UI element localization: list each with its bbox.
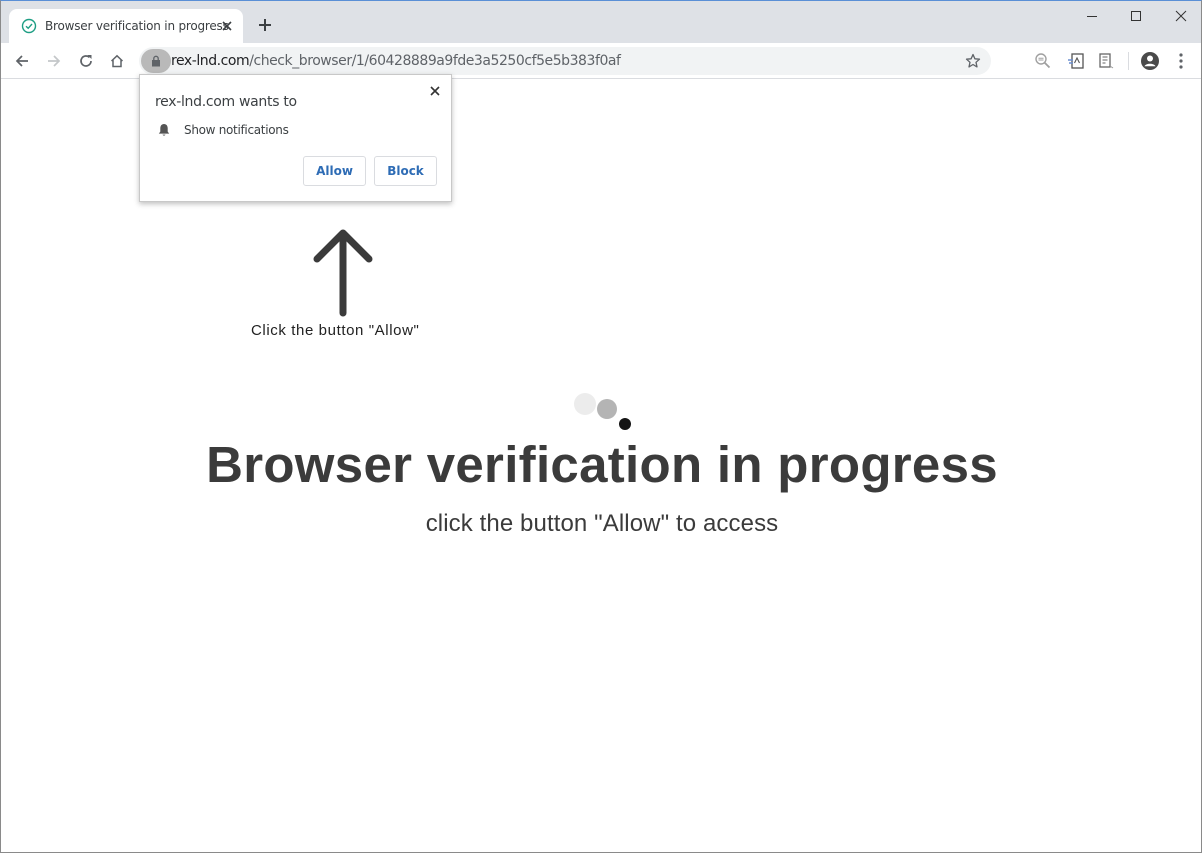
minimize-button[interactable] [1069,1,1114,31]
star-icon [965,53,981,68]
lock-icon [152,55,160,67]
browser-window: Browser verification in progress rex-lnd… [0,0,1202,853]
zoom-icon [1035,53,1051,69]
arrow-left-icon [15,55,28,67]
url-path: /check_browser/1/60428889a9fde3a5250cf5e… [249,53,621,69]
block-button[interactable]: Block [374,156,437,186]
popup-close-button[interactable] [428,84,442,98]
zoom-button[interactable] [1033,51,1053,71]
profile-button[interactable] [1140,51,1160,71]
forward-button[interactable] [42,49,66,73]
spinner-dot [574,393,596,415]
check-circle-icon [21,18,37,34]
home-icon [110,54,124,68]
maximize-button[interactable] [1113,1,1158,31]
reload-icon [80,55,92,67]
window-close-button[interactable] [1158,1,1201,31]
site-info-button[interactable] [141,49,171,73]
arrow-up-icon [313,229,373,317]
translate-extension-icon [1068,53,1084,69]
tab-title: Browser verification in progress [45,19,229,33]
translate-extension-button[interactable] [1066,51,1086,71]
plus-icon [259,19,271,31]
tab-close-icon[interactable] [219,18,235,34]
toolbar-separator [1128,52,1129,70]
spinner-dot [619,418,631,430]
popup-title: rex-lnd.com wants to [155,94,297,110]
close-icon [430,86,440,96]
close-icon [1175,10,1186,22]
arrow-right-icon [48,55,61,67]
allow-button[interactable]: Allow [303,156,366,186]
address-bar[interactable]: rex-lnd.com/check_browser/1/60428889a9fd… [139,47,991,75]
notification-permission-popup: rex-lnd.com wants to Show notifications … [139,74,452,202]
url-host: rex-lnd.com [171,53,250,69]
new-tab-button[interactable] [255,15,275,35]
back-button[interactable] [10,49,34,73]
minimize-icon [1086,16,1097,17]
tab-active[interactable]: Browser verification in progress [9,9,243,43]
url-text[interactable]: rex-lnd.com/check_browser/1/60428889a9fd… [171,53,621,69]
permission-text: Show notifications [184,123,289,137]
more-vert-icon [1179,53,1183,69]
spinner-dot [597,399,617,419]
loading-spinner [573,391,633,433]
account-circle-icon [1141,52,1159,70]
reader-extension-button[interactable] [1096,51,1116,71]
maximize-icon [1130,11,1141,21]
bookmark-button[interactable] [963,51,983,71]
page-subline: click the button "Allow" to access [425,510,779,537]
reload-button[interactable] [74,49,98,73]
allow-hint-text: Click the button "Allow" [251,322,420,339]
menu-button[interactable] [1171,51,1191,71]
page-headline: Browser verification in progress [206,436,998,493]
bell-icon [158,124,170,136]
reader-extension-icon [1099,53,1114,69]
home-button[interactable] [105,49,129,73]
tab-strip: Browser verification in progress [1,1,1201,43]
